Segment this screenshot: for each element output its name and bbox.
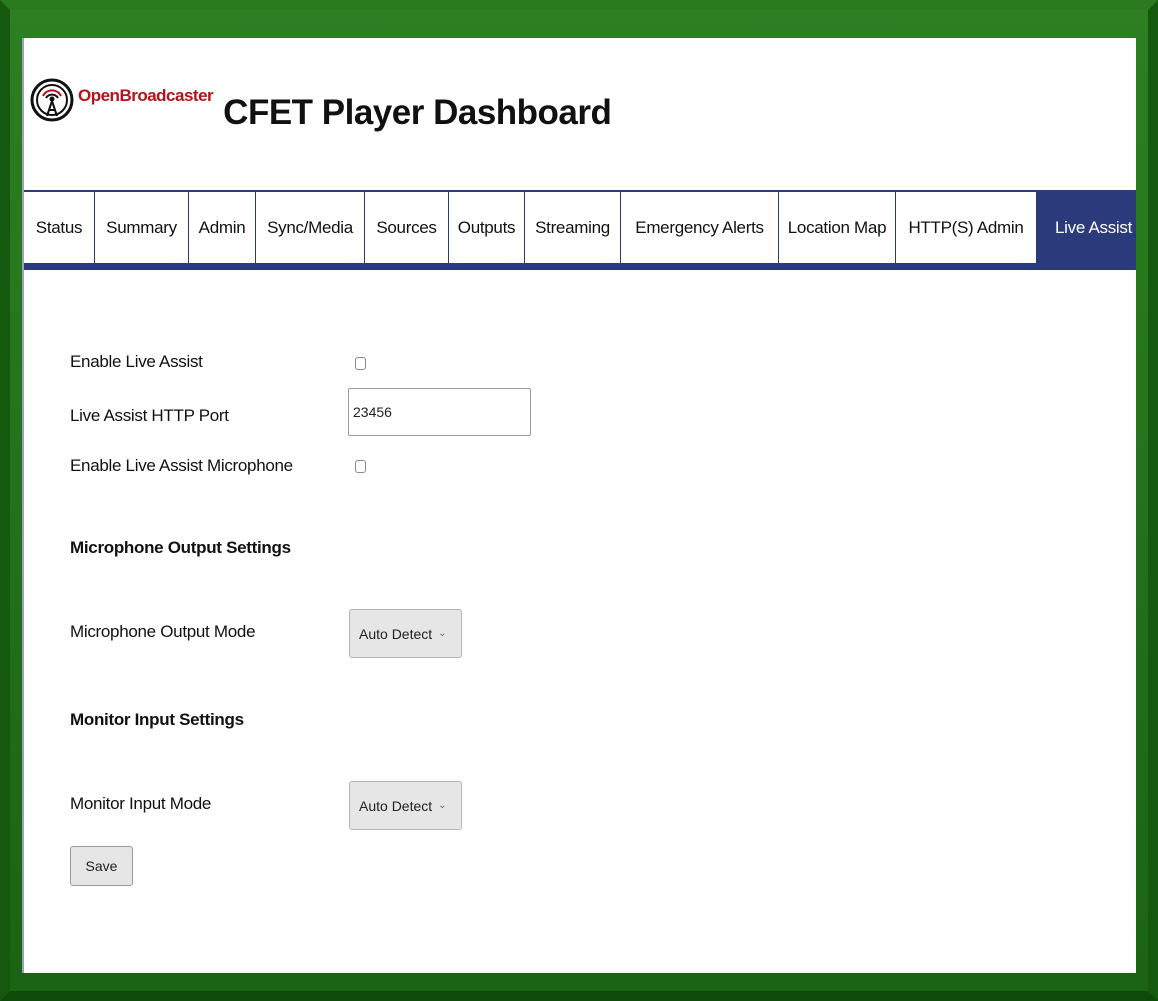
monitor-input-heading: Monitor Input Settings [70,710,244,729]
tab-outputs[interactable]: Outputs [449,192,525,263]
monitor-input-mode-label: Monitor Input Mode [70,794,212,813]
mic-output-mode-select[interactable]: Auto Detect ⌄ [349,609,462,658]
tab-bar: Status Summary Admin Sync/Media Sources … [24,190,1136,270]
mic-output-mode-label: Microphone Output Mode [70,622,256,641]
tab-streaming[interactable]: Streaming [525,192,621,263]
tab-live-assist[interactable]: Live Assist [1037,192,1136,263]
http-port-input[interactable] [348,388,531,436]
chevron-down-icon: ⌄ [438,628,447,639]
enable-live-assist-checkbox[interactable] [355,357,366,370]
enable-microphone-checkbox[interactable] [355,460,366,473]
tab-status[interactable]: Status [24,192,95,263]
save-button[interactable]: Save [70,846,133,886]
tab-sync-media[interactable]: Sync/Media [256,192,365,263]
page-header: OpenBroadcaster CFET Player Dashboard [30,64,612,144]
monitor-input-mode-select[interactable]: Auto Detect ⌄ [349,781,462,830]
enable-live-assist-label: Enable Live Assist [70,352,203,371]
tab-https-admin[interactable]: HTTP(S) Admin [896,192,1037,263]
chevron-down-icon: ⌄ [438,800,447,811]
brand-logo-text: OpenBroadcaster [78,86,214,105]
tab-sources[interactable]: Sources [365,192,449,263]
mic-output-heading: Microphone Output Settings [70,538,291,557]
tab-location-map[interactable]: Location Map [779,192,896,263]
page-title: CFET Player Dashboard [223,93,612,132]
broadcast-tower-icon [30,78,74,122]
dashboard-page: OpenBroadcaster CFET Player Dashboard St… [22,38,1136,973]
tab-emergency-alerts[interactable]: Emergency Alerts [621,192,779,263]
mic-output-mode-value: Auto Detect [359,625,433,642]
tab-summary[interactable]: Summary [95,192,189,263]
tab-admin[interactable]: Admin [189,192,256,263]
enable-microphone-label: Enable Live Assist Microphone [70,456,293,475]
monitor-input-mode-value: Auto Detect [359,797,433,814]
http-port-label: Live Assist HTTP Port [70,406,229,425]
